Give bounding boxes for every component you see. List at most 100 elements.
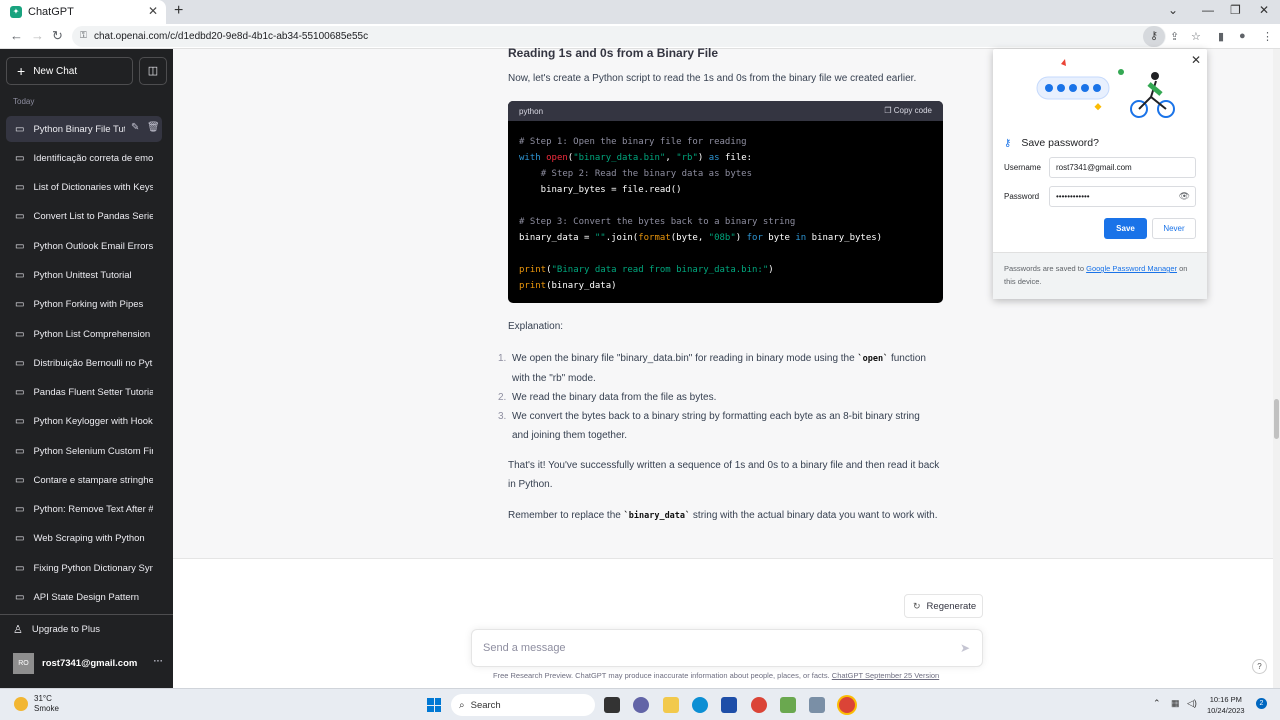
send-icon[interactable]: ➤: [960, 641, 970, 655]
tray-chevron-icon[interactable]: ⌃: [1153, 698, 1161, 709]
chrome-icon[interactable]: [751, 697, 767, 713]
minimize-icon[interactable]: —: [1202, 3, 1214, 17]
chat-item[interactable]: ▭ Python Forking with Pipes: [6, 291, 162, 317]
scrollbar-thumb[interactable]: [1274, 399, 1279, 439]
store-icon[interactable]: [721, 697, 737, 713]
chat-item[interactable]: ▭ Python: Remove Text After #: [6, 496, 162, 522]
chat-item[interactable]: ▭ Python Unittest Tutorial: [6, 262, 162, 288]
chat-item[interactable]: ▭ Pandas Fluent Setter Tutorial: [6, 379, 162, 405]
username-value: rost7341@gmail.com: [1056, 163, 1132, 172]
chat-item-label: Python Outlook Email Errors: [33, 240, 154, 252]
close-icon[interactable]: ✕: [1191, 53, 1201, 67]
reload-icon[interactable]: ↻: [52, 28, 63, 44]
password-field[interactable]: •••••••••••• 👁: [1049, 186, 1196, 207]
site-info-icon[interactable]: ⚿: [80, 30, 87, 41]
reminder-part: Remember to replace the: [508, 510, 624, 521]
chat-item[interactable]: ▭ Python List Comprehension: [6, 321, 162, 347]
copy-code-button[interactable]: ❐ Copy code: [884, 106, 932, 115]
user-email: rost7341@gmail.com: [42, 658, 138, 669]
chat-bubble-icon: ▭: [15, 591, 25, 603]
chat-item[interactable]: ▭ Web Scraping with Python: [6, 525, 162, 551]
weather-condition: Smoke: [34, 704, 59, 713]
inline-code: `open`: [857, 354, 889, 364]
chat-app-icon[interactable]: [633, 697, 649, 713]
list-text: We read the binary data from the file as…: [512, 392, 717, 403]
menu-icon[interactable]: ⋮: [1262, 30, 1273, 43]
delete-icon[interactable]: 🗑: [147, 122, 160, 133]
close-sidebar-icon[interactable]: ◫: [139, 57, 167, 85]
start-icon[interactable]: [427, 698, 441, 712]
user-menu[interactable]: RO rost7341@gmail.com ···: [13, 653, 163, 674]
maximize-icon[interactable]: ❐: [1230, 3, 1241, 17]
chat-bubble-icon: ▭: [15, 532, 25, 544]
side-panel-icon[interactable]: ▮: [1218, 30, 1224, 43]
share-icon[interactable]: ⇪: [1170, 30, 1179, 43]
chat-item-label: Contare e stampare stringhe: [33, 474, 154, 486]
help-icon[interactable]: ?: [1252, 659, 1267, 674]
message-input[interactable]: Send a message ➤: [471, 629, 983, 667]
list-text: We convert the bytes back to a binary st…: [512, 411, 920, 441]
file-explorer-icon[interactable]: [663, 697, 679, 713]
version-link[interactable]: ChatGPT September 25 Version: [832, 671, 939, 680]
weather-widget[interactable]: 31°C Smoke: [14, 694, 59, 714]
plus-icon: +: [17, 63, 26, 79]
chat-item[interactable]: ▭ Python Keylogger with Hook: [6, 408, 162, 434]
show-password-icon[interactable]: 👁: [1179, 187, 1190, 206]
dialog-footer: Passwords are saved to Google Password M…: [993, 252, 1207, 299]
chatgpt-favicon-icon: ✦: [10, 6, 22, 18]
profile-icon[interactable]: ●: [1239, 30, 1246, 42]
close-window-icon[interactable]: ✕: [1259, 3, 1269, 17]
address-bar[interactable]: ⚿ chat.openai.com/c/d1edbd20-9e8d-4b1c-a…: [72, 26, 1166, 47]
chat-item-label: Fixing Python Dictionary Syn: [33, 562, 154, 574]
chat-item[interactable]: ▭ API State Design Pattern: [6, 584, 162, 610]
chat-item[interactable]: ▭ List of Dictionaries with Keys: [6, 174, 162, 200]
list-item: 3. We convert the bytes back to a binary…: [498, 407, 928, 445]
chat-item[interactable]: ▭ Python Outlook Email Errors: [6, 233, 162, 259]
tab-search-icon[interactable]: ⌄: [1168, 3, 1178, 17]
save-button[interactable]: Save: [1104, 218, 1147, 239]
task-view-icon[interactable]: [604, 697, 620, 713]
chat-item[interactable]: ▭ Convert List to Pandas Series: [6, 203, 162, 229]
bookmark-star-icon[interactable]: ☆: [1191, 30, 1201, 43]
more-icon[interactable]: ···: [154, 656, 164, 667]
username-label: Username: [1004, 163, 1041, 172]
new-tab-icon[interactable]: +: [174, 2, 183, 20]
upgrade-button[interactable]: ♙ Upgrade to Plus: [13, 623, 100, 636]
clock[interactable]: 10:16 PM 10/24/2023: [1207, 694, 1245, 716]
chat-bubble-icon: ▭: [15, 269, 25, 281]
dialog-title-text: Save password?: [1021, 137, 1099, 149]
chat-item[interactable]: ▭ Python Binary File Tut ✎ 🗑: [6, 116, 162, 142]
notification-badge[interactable]: 2: [1256, 698, 1267, 709]
edge-icon[interactable]: [692, 697, 708, 713]
browser-tab[interactable]: ✦ ChatGPT ✕: [0, 0, 166, 24]
password-key-icon[interactable]: ⚷: [1143, 26, 1165, 47]
chat-item[interactable]: ▭ Contare e stampare stringhe: [6, 467, 162, 493]
chat-item[interactable]: ▭ Fixing Python Dictionary Syn: [6, 555, 162, 581]
chat-bubble-icon: ▭: [15, 210, 25, 222]
regenerate-button[interactable]: ↻ Regenerate: [904, 594, 983, 618]
volume-icon[interactable]: ◁): [1187, 698, 1197, 709]
taskbar-search[interactable]: ⌕ Search: [451, 694, 595, 716]
chat-bubble-icon: ▭: [15, 181, 25, 193]
chat-item[interactable]: ▭ Identificação correta de emo: [6, 145, 162, 171]
chrome-active-icon[interactable]: [839, 697, 855, 713]
app-icon[interactable]: [809, 697, 825, 713]
never-button[interactable]: Never: [1152, 218, 1196, 239]
scrollbar[interactable]: [1273, 49, 1280, 688]
new-chat-button[interactable]: + New Chat: [6, 57, 133, 85]
chat-item[interactable]: ▭ Python Selenium Custom Fir: [6, 438, 162, 464]
reminder-part: string with the actual binary data you w…: [690, 510, 938, 521]
network-icon[interactable]: ▦: [1171, 698, 1180, 709]
code-block: python ❐ Copy code # Step 1: Open the bi…: [508, 101, 943, 303]
password-manager-link[interactable]: Google Password Manager: [1086, 264, 1177, 273]
clipboard-icon: ❐: [884, 106, 894, 115]
notepad-icon[interactable]: [780, 697, 796, 713]
chat-bubble-icon: ▭: [15, 357, 25, 369]
close-tab-icon[interactable]: ✕: [148, 4, 158, 18]
username-field[interactable]: rost7341@gmail.com: [1049, 157, 1196, 178]
chat-item[interactable]: ▭ Distribuição Bernoulli no Pyt: [6, 350, 162, 376]
back-icon[interactable]: ←: [10, 28, 23, 43]
forward-icon[interactable]: →: [31, 28, 44, 43]
list-number: 2.: [498, 392, 507, 403]
edit-icon[interactable]: ✎: [131, 122, 139, 133]
